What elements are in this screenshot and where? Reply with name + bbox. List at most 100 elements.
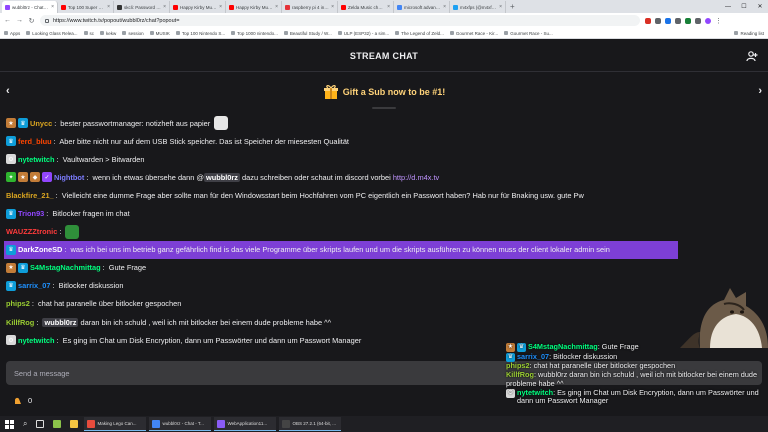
tab-close-icon[interactable]: × xyxy=(499,4,502,10)
banner-prev-button[interactable]: ‹ xyxy=(6,85,10,97)
prime-badge-icon[interactable]: ♛ xyxy=(6,280,16,291)
chat-username[interactable]: Unycc xyxy=(30,119,52,128)
chat-username[interactable]: nytetwitch xyxy=(18,336,55,345)
url-input[interactable]: https://www.twitch.tv/popout/wubbl0rz/ch… xyxy=(40,15,640,26)
bookmark-item[interactable]: Gourmet Race - Su... xyxy=(504,31,553,36)
gear-badge-icon[interactable]: ⚙ xyxy=(6,335,16,346)
browser-tab[interactable]: Happy Kirby Music Mi× xyxy=(226,1,282,13)
prime-badge-icon[interactable]: ♛ xyxy=(6,244,16,255)
bookmark-item[interactable]: Beautiful Study / W... xyxy=(283,31,332,36)
chat-username[interactable]: Blackfire_21_ xyxy=(6,191,54,200)
extension-icon[interactable] xyxy=(655,17,661,24)
bookmark-item[interactable]: Looking Glass Relea... xyxy=(26,31,78,36)
gift-badge-icon[interactable]: ◆ xyxy=(30,172,40,183)
gift-sub-banner[interactable]: Gift a Sub now to be #1! xyxy=(0,73,768,111)
chat-username[interactable]: Trion93 xyxy=(18,209,44,218)
taskbar-app-button[interactable]: wubbl0rz - Chat - T... xyxy=(149,417,212,431)
tab-close-icon[interactable]: × xyxy=(387,4,390,10)
verified-badge-icon[interactable]: ✓ xyxy=(42,172,52,183)
bookmark-item[interactable]: kekw xyxy=(100,31,116,36)
taskbar-app-button[interactable]: Making Lego Can... xyxy=(84,417,147,431)
browser-tab[interactable]: raspberry pi 4 in | eBa× xyxy=(282,1,338,13)
sub-badge-icon[interactable]: ★ xyxy=(506,343,515,352)
tab-close-icon[interactable]: × xyxy=(219,4,222,10)
browser-tab[interactable]: microsoft advanced t× xyxy=(394,1,450,13)
browser-tab[interactable]: skcli: Password Stren× xyxy=(114,1,170,13)
sub-badge-icon[interactable]: ★ xyxy=(6,118,16,129)
menu-dots-icon[interactable]: ⋮ xyxy=(715,17,722,25)
back-icon[interactable]: ← xyxy=(4,17,11,24)
prime-badge-icon[interactable]: ♛ xyxy=(18,118,28,129)
chat-username[interactable]: S4MstagNachmittag xyxy=(30,263,101,272)
pinned-app[interactable] xyxy=(50,417,64,431)
search-button[interactable]: ⌕ xyxy=(20,417,30,431)
bookmark-item[interactable]: MUSIK xyxy=(149,31,170,36)
sub-badge-icon[interactable]: ★ xyxy=(6,262,16,273)
reading-list-button[interactable]: Reading list xyxy=(734,31,764,36)
channel-points[interactable]: 0 xyxy=(14,396,32,405)
bookmark-item[interactable]: The Legend of Zeld... xyxy=(395,31,444,36)
minimize-button[interactable]: — xyxy=(720,0,736,13)
tab-close-icon[interactable]: × xyxy=(443,4,446,10)
tab-close-icon[interactable]: × xyxy=(107,4,110,10)
chat-username[interactable]: WAUZZZtronic xyxy=(6,227,57,236)
chat-username[interactable]: ferd_bluu xyxy=(18,137,52,146)
sub-badge-icon[interactable]: ★ xyxy=(18,172,28,183)
bookmark-item[interactable]: Top 1000 nintendo... xyxy=(231,31,278,36)
chat-username[interactable]: Nightbot xyxy=(54,173,84,182)
prime-badge-icon[interactable]: ♛ xyxy=(18,262,28,273)
reload-icon[interactable]: ↻ xyxy=(28,17,35,25)
taskbar-app-button[interactable]: WebApplication11... xyxy=(214,417,277,431)
profile-avatar[interactable] xyxy=(705,17,711,24)
prime-badge-icon[interactable]: ♛ xyxy=(6,208,16,219)
message-text: Es ging im Chat um Disk Encryption, dann… xyxy=(60,335,362,345)
frog-emote-icon[interactable] xyxy=(65,224,80,239)
bookmark-item[interactable]: Apps xyxy=(4,31,20,36)
puzzle-icon[interactable] xyxy=(695,17,701,24)
browser-tab[interactable]: Top 100 Super Mario× xyxy=(58,1,114,13)
chat-username[interactable]: DarkZoneSD xyxy=(18,245,62,254)
extension-icon[interactable] xyxy=(665,17,671,24)
overlay-username: sarrix_07 xyxy=(517,351,550,361)
browser-tab[interactable]: wubbl0rz - Chat - Twi× xyxy=(2,1,58,13)
bookmark-item[interactable]: Gourmet Race - Kir... xyxy=(449,31,498,36)
tab-close-icon[interactable]: × xyxy=(51,4,54,10)
bookmark-item[interactable]: ULP (ESP32) - a sim... xyxy=(337,31,389,36)
mention-chip[interactable]: wubbl0rz xyxy=(203,172,240,182)
extension-icon[interactable] xyxy=(685,17,691,24)
task-view-button[interactable] xyxy=(33,417,47,431)
extension-icon[interactable] xyxy=(645,17,651,24)
bookmark-item[interactable]: Top 100 Nintendo S... xyxy=(175,31,225,36)
vip-badge-icon[interactable]: ✦ xyxy=(6,172,16,183)
chat-username[interactable]: nytetwitch xyxy=(18,155,55,164)
chat-username[interactable]: sarrix_07 xyxy=(18,281,50,290)
tab-close-icon[interactable]: × xyxy=(163,4,166,10)
close-window-button[interactable]: ✕ xyxy=(752,0,768,13)
browser-tab[interactable]: m4xfps (@m4xfps) / T× xyxy=(450,1,506,13)
new-tab-button[interactable]: + xyxy=(506,1,519,13)
forward-icon[interactable]: → xyxy=(16,17,23,24)
maximize-button[interactable]: ☐ xyxy=(736,0,752,13)
tab-close-icon[interactable]: × xyxy=(275,4,278,10)
community-users-icon[interactable] xyxy=(746,50,758,62)
extension-icon[interactable] xyxy=(675,17,681,24)
banner-next-button[interactable]: › xyxy=(758,85,762,97)
ghost-emote-icon[interactable] xyxy=(214,116,229,131)
chat-link[interactable]: http://d.m4x.tv xyxy=(393,173,439,182)
tab-close-icon[interactable]: × xyxy=(331,4,334,10)
message-text: bester passwortmanager: notizheft aus pa… xyxy=(58,118,213,128)
start-button[interactable] xyxy=(2,417,17,431)
gear-badge-icon[interactable]: ⚙ xyxy=(506,388,515,398)
mention-chip[interactable]: wubbl0rz xyxy=(42,317,79,327)
chat-username[interactable]: phips2 xyxy=(6,299,30,308)
bookmark-item[interactable]: sc xyxy=(83,31,94,36)
taskbar-app-button[interactable]: OBS 27.2.1 (64-bit, ... xyxy=(279,417,342,431)
chat-username[interactable]: KillfRog xyxy=(6,318,34,327)
prime-badge-icon[interactable]: ♛ xyxy=(6,136,16,147)
drag-handle[interactable] xyxy=(372,107,396,109)
browser-tab[interactable]: Happy Kirby Music Mi× xyxy=(170,1,226,13)
bookmark-item[interactable]: session xyxy=(122,31,144,36)
pinned-app[interactable] xyxy=(67,417,81,431)
browser-tab[interactable]: Zelda Music chosen b× xyxy=(338,1,394,13)
gear-badge-icon[interactable]: ⚙ xyxy=(6,154,16,165)
